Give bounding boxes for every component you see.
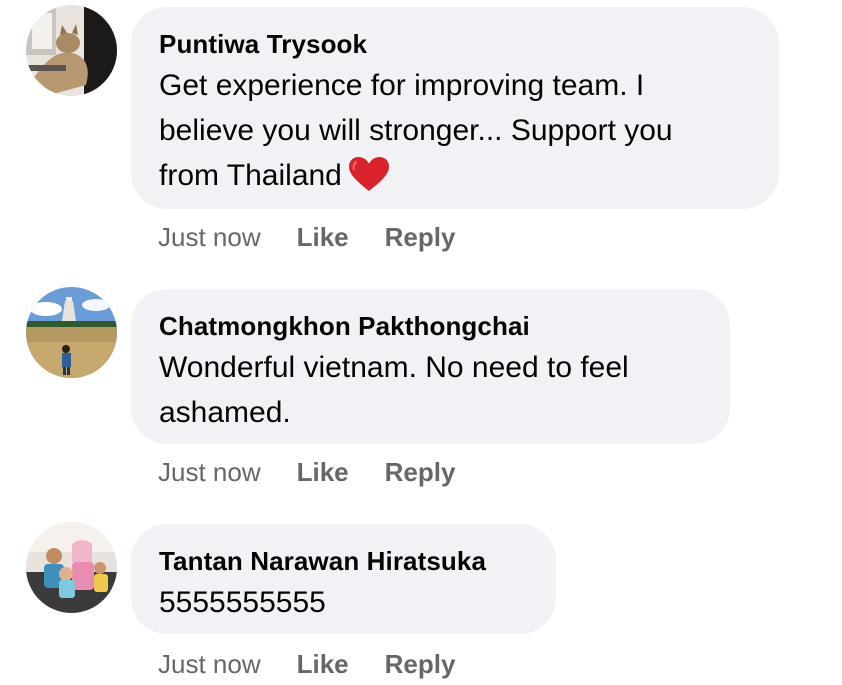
like-button[interactable]: Like — [297, 222, 349, 252]
comment-bubble: Puntiwa Trysook Get experience for impro… — [131, 7, 779, 209]
avatar-cat-photo — [26, 5, 117, 96]
avatar-landscape-photo — [26, 287, 117, 378]
comment-text: Wonderful vietnam. No need to feel asham… — [159, 345, 702, 435]
comment-text: 5555555555 — [159, 580, 528, 625]
comment-text: Get experience for improving team. I bel… — [159, 63, 751, 205]
comment-text-line: Wonderful vietnam. No need to feel — [159, 351, 629, 384]
comment-actions: Just now Like Reply — [158, 649, 455, 679]
comment-text-line: ashamed. — [159, 396, 291, 429]
avatar[interactable] — [26, 522, 117, 613]
avatar[interactable] — [26, 287, 117, 378]
comment-text-line: believe you will stronger... Support you — [159, 114, 673, 147]
comment-bubble: Chatmongkhon Pakthongchai Wonderful viet… — [131, 289, 730, 444]
like-button[interactable]: Like — [297, 649, 349, 679]
avatar-family-photo — [26, 522, 117, 613]
comment-text-fragment: from Thailand — [159, 159, 342, 192]
comment-author[interactable]: Chatmongkhon Pakthongchai — [159, 311, 702, 341]
comment-actions: Just now Like Reply — [158, 222, 455, 252]
comment-text-line: from Thailand — [159, 153, 751, 205]
comment-timestamp[interactable]: Just now — [158, 649, 261, 679]
avatar[interactable] — [26, 5, 117, 96]
comment-author[interactable]: Tantan Narawan Hiratsuka — [159, 546, 528, 576]
reply-button[interactable]: Reply — [385, 649, 456, 679]
comment-author[interactable]: Puntiwa Trysook — [159, 29, 751, 59]
reply-button[interactable]: Reply — [385, 457, 456, 487]
comment-text-line: 5555555555 — [159, 586, 326, 619]
like-button[interactable]: Like — [297, 457, 349, 487]
comment-bubble: Tantan Narawan Hiratsuka 5555555555 — [131, 524, 556, 634]
comment-actions: Just now Like Reply — [158, 457, 455, 487]
comment-timestamp[interactable]: Just now — [158, 222, 261, 252]
comment-text-line: Get experience for improving team. I — [159, 69, 645, 102]
heart-icon — [348, 156, 390, 205]
reply-button[interactable]: Reply — [385, 222, 456, 252]
comment-timestamp[interactable]: Just now — [158, 457, 261, 487]
